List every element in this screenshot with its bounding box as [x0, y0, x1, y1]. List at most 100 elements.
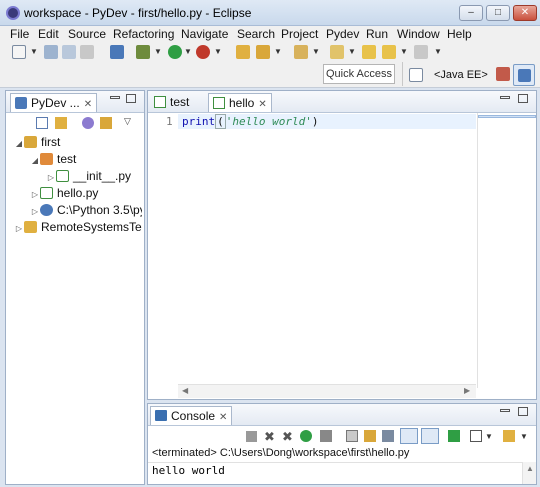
open-folder-icon[interactable]: [236, 45, 250, 59]
terminate-icon[interactable]: [246, 431, 257, 442]
tree-item-python-interpreter[interactable]: ▷ C:\Python 3.5\py: [30, 202, 142, 219]
menu-refactoring[interactable]: Refactoring: [109, 26, 178, 43]
run-icon[interactable]: [168, 45, 182, 59]
console-tab-label: Console: [171, 409, 216, 423]
chevron-down-icon[interactable]: ▼: [274, 47, 282, 56]
scroll-right-icon[interactable]: ▶: [464, 386, 470, 395]
console-output[interactable]: hello world: [152, 464, 225, 477]
menu-project[interactable]: Project: [277, 26, 322, 43]
next-annotation-icon[interactable]: [330, 45, 344, 59]
tree-label: RemoteSystemsTem: [41, 220, 142, 234]
link-editor-icon[interactable]: [55, 117, 67, 129]
menu-edit[interactable]: Edit: [34, 26, 63, 43]
menu-pydev[interactable]: Pydev: [322, 26, 363, 43]
horizontal-scrollbar[interactable]: ◀ ▶: [178, 384, 476, 398]
external-tools-icon[interactable]: [196, 45, 210, 59]
chevron-down-icon[interactable]: ▼: [312, 47, 320, 56]
menu-navigate[interactable]: Navigate: [177, 26, 232, 43]
new-icon[interactable]: [12, 45, 26, 59]
code-line[interactable]: print('hello world'): [182, 114, 319, 129]
debug-icon[interactable]: [136, 45, 150, 59]
chevron-down-icon[interactable]: ▼: [400, 47, 408, 56]
maximize-view-icon[interactable]: [518, 407, 528, 416]
scroll-up-icon[interactable]: ▲: [526, 464, 534, 473]
scroll-left-icon[interactable]: ◀: [182, 386, 188, 395]
tab-test[interactable]: test: [150, 93, 193, 112]
save-all-icon[interactable]: [62, 45, 76, 59]
python-icon[interactable]: [110, 45, 124, 59]
show-on-output-button[interactable]: [400, 428, 418, 444]
remove-all-icon[interactable]: ✖: [282, 429, 293, 445]
tab-hello[interactable]: hello ✕: [208, 93, 272, 112]
chevron-down-icon[interactable]: ▼: [30, 47, 38, 56]
view-menu-icon[interactable]: ▽: [124, 116, 131, 127]
minimize-view-icon[interactable]: [500, 96, 510, 99]
display-console-icon[interactable]: [470, 430, 482, 442]
back-icon[interactable]: [382, 45, 396, 59]
code-string: 'hello world': [225, 115, 312, 128]
focus-icon[interactable]: [100, 117, 112, 129]
chevron-down-icon[interactable]: ▼: [154, 47, 162, 56]
open-perspective-icon[interactable]: [409, 68, 423, 82]
menu-source[interactable]: Source: [64, 26, 110, 43]
close-icon[interactable]: ✕: [258, 99, 266, 110]
tree-label: test: [57, 152, 77, 166]
menu-file[interactable]: File: [6, 26, 33, 43]
chevron-down-icon[interactable]: ▼: [184, 47, 192, 56]
quick-access-field[interactable]: Quick Access: [323, 64, 395, 84]
chevron-down-icon[interactable]: ▼: [485, 432, 493, 441]
tree-item-remote-systems[interactable]: ▷ RemoteSystemsTem: [14, 219, 142, 236]
menu-help[interactable]: Help: [443, 26, 476, 43]
collapse-all-icon[interactable]: [36, 117, 48, 129]
line-number-ruler: 1: [148, 113, 178, 388]
tree-item-init[interactable]: ▷ __init__.py: [46, 168, 131, 185]
tab-label: test: [170, 95, 190, 109]
menu-window[interactable]: Window: [393, 26, 444, 43]
close-icon[interactable]: ✕: [219, 412, 227, 423]
tree-label: first: [41, 135, 61, 149]
scroll-lock-icon[interactable]: [364, 430, 376, 442]
maximize-view-icon[interactable]: [518, 94, 528, 103]
tree-item-test[interactable]: ◢ test: [30, 151, 76, 168]
chevron-down-icon[interactable]: ▼: [434, 47, 442, 56]
clear-console-icon[interactable]: [346, 430, 358, 442]
remove-launch-icon[interactable]: ✖: [264, 429, 275, 445]
forward-icon[interactable]: [414, 45, 428, 59]
chevron-down-icon[interactable]: ▼: [520, 432, 528, 441]
print-icon[interactable]: [80, 45, 94, 59]
code-paren-close: ): [311, 115, 319, 128]
pin-console-icon[interactable]: [448, 430, 460, 442]
vertical-scrollbar[interactable]: ▲: [522, 462, 536, 484]
minimize-view-icon[interactable]: [110, 96, 120, 99]
chevron-down-icon[interactable]: ▼: [214, 47, 222, 56]
menu-run[interactable]: Run: [362, 26, 392, 43]
menu-search[interactable]: Search: [233, 26, 279, 43]
annotation-icon[interactable]: [294, 45, 308, 59]
tab-console[interactable]: Console ✕: [150, 406, 233, 425]
minimize-button[interactable]: –: [459, 5, 483, 21]
tree-item-first[interactable]: ◢ first: [14, 134, 60, 151]
filter-icon[interactable]: [82, 117, 94, 129]
open-console-icon[interactable]: [503, 430, 515, 442]
chevron-down-icon[interactable]: ▼: [348, 47, 356, 56]
pen-icon[interactable]: [256, 45, 270, 59]
tree-item-hello[interactable]: ▷ hello.py: [30, 185, 98, 202]
tab-pydev-explorer[interactable]: PyDev ... ✕: [10, 93, 98, 112]
debug-perspective-icon[interactable]: [496, 67, 510, 81]
perspective-java-ee[interactable]: <Java EE>: [427, 65, 495, 85]
maximize-button[interactable]: □: [486, 5, 510, 21]
relaunch-icon[interactable]: [300, 430, 312, 442]
eclipse-logo-icon: [6, 6, 20, 20]
close-icon[interactable]: ✕: [84, 99, 92, 110]
word-wrap-icon[interactable]: [382, 430, 394, 442]
last-edit-icon[interactable]: [362, 45, 376, 59]
close-button[interactable]: ✕: [513, 5, 537, 21]
save-icon[interactable]: [44, 45, 58, 59]
debug-console-icon[interactable]: [320, 430, 332, 442]
minimize-view-icon[interactable]: [500, 409, 510, 412]
show-on-error-button[interactable]: [421, 428, 439, 444]
maximize-view-icon[interactable]: [126, 94, 136, 103]
title-bar: workspace - PyDev - first/hello.py - Ecl…: [0, 0, 540, 26]
console-icon: [155, 410, 167, 421]
pydev-perspective-button[interactable]: [513, 64, 535, 86]
